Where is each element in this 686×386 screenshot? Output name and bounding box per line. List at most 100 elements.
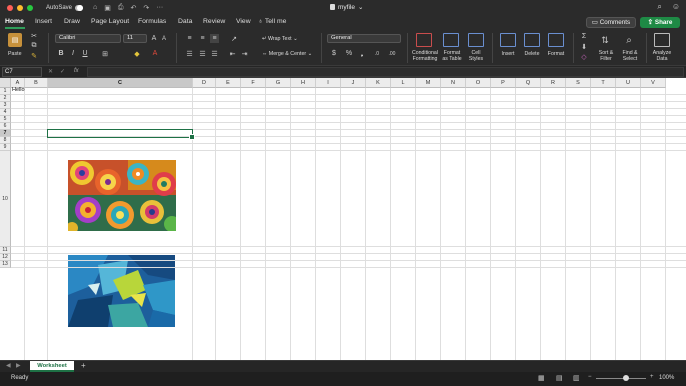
orientation-icon[interactable]: ↗ [228, 34, 240, 43]
zoom-window-button[interactable] [27, 4, 33, 11]
cancel-icon[interactable]: ✕ [48, 68, 53, 75]
copy-icon[interactable]: ⧉ [30, 42, 38, 50]
align-center-icon[interactable]: ☰ [198, 49, 207, 58]
sort-filter-button[interactable]: Sort & Filter [594, 50, 618, 62]
previous-sheet-icon[interactable]: ◀ [6, 362, 11, 369]
insert-function-button[interactable]: fx [74, 68, 79, 74]
tab-draw[interactable]: Draw [64, 18, 80, 25]
autosave-control[interactable]: AutoSave [46, 4, 84, 11]
column-header-p[interactable]: P [491, 78, 516, 88]
currency-icon[interactable]: $ [329, 49, 339, 58]
align-bottom-icon[interactable]: ≡ [210, 34, 219, 43]
close-window-button[interactable] [7, 4, 13, 11]
analyze-data-icon[interactable] [654, 33, 670, 47]
blue-abstract-paint-image[interactable] [68, 255, 175, 327]
column-header-u[interactable]: U [616, 78, 641, 88]
add-sheet-button[interactable]: + [81, 361, 86, 370]
tab-review[interactable]: Review [203, 18, 225, 25]
delete-cells-icon[interactable] [524, 33, 540, 47]
account-icon[interactable]: ☺ [672, 2, 680, 12]
next-sheet-icon[interactable]: ▶ [16, 362, 21, 369]
normal-view-icon[interactable]: ▦ [538, 374, 545, 382]
minimize-window-button[interactable] [17, 4, 23, 11]
tab-insert[interactable]: Insert [35, 18, 52, 25]
save-icon[interactable]: ▣ [104, 4, 111, 12]
row-header-10[interactable]: 10 [0, 151, 11, 247]
more-icon[interactable]: ··· [156, 4, 163, 12]
column-header-j[interactable]: J [341, 78, 366, 88]
row-header-1[interactable]: 1 [0, 88, 11, 95]
column-header-l[interactable]: L [391, 78, 416, 88]
format-cells-icon[interactable] [548, 33, 564, 47]
colorful-mandala-image[interactable] [68, 160, 176, 231]
fill-icon[interactable]: ⬇ [579, 42, 589, 51]
comments-button[interactable]: ▭ Comments [586, 17, 636, 28]
analyze-data-button[interactable]: Analyze Data [648, 50, 676, 62]
row-header-11[interactable]: 11 [0, 247, 11, 254]
row-header-2[interactable]: 2 [0, 95, 11, 102]
home-icon[interactable]: ⌂ [93, 4, 97, 12]
font-color-icon[interactable]: A [150, 49, 160, 58]
zoom-slider-thumb[interactable] [623, 375, 629, 381]
underline-icon[interactable]: U [81, 49, 89, 58]
row-header-3[interactable]: 3 [0, 102, 11, 109]
merge-center-button[interactable]: ⇔ Merge & Center ⌄ [262, 51, 312, 57]
column-header-m[interactable]: M [416, 78, 441, 88]
column-header-o[interactable]: O [466, 78, 491, 88]
delete-cells-label[interactable]: Delete [520, 51, 544, 57]
decrease-indent-icon[interactable]: ⇤ [228, 49, 237, 58]
clear-icon[interactable]: ◇ [579, 52, 589, 61]
sort-filter-icon[interactable]: ⇅ [598, 33, 612, 47]
row-header-8[interactable]: 8 [0, 137, 11, 144]
column-header-c[interactable]: C [48, 78, 193, 88]
zoom-in-icon[interactable]: + [650, 374, 654, 380]
fill-color-icon[interactable]: ◆ [132, 49, 142, 58]
cell-styles-button[interactable]: Cell Styles [464, 50, 488, 62]
percent-icon[interactable]: % [344, 49, 354, 58]
row-header-13[interactable]: 13 [0, 261, 11, 268]
page-break-view-icon[interactable]: ▥ [573, 374, 580, 382]
zoom-slider[interactable] [596, 375, 646, 381]
formula-input[interactable] [87, 67, 684, 77]
insert-cells-icon[interactable] [500, 33, 516, 47]
italic-icon[interactable]: I [69, 49, 77, 58]
select-all-button[interactable] [0, 78, 11, 88]
name-box[interactable]: C7 [2, 67, 42, 77]
document-title[interactable]: myfile ⌄ [330, 3, 363, 11]
row-header-12[interactable]: 12 [0, 254, 11, 261]
row-header-5[interactable]: 5 [0, 116, 11, 123]
zoom-level[interactable]: 100% [659, 375, 674, 381]
tell-me-search[interactable]: ♁ Tell me [258, 18, 286, 25]
increase-indent-icon[interactable]: ⇥ [240, 49, 249, 58]
autosum-icon[interactable]: Σ [579, 32, 589, 41]
column-header-g[interactable]: G [266, 78, 291, 88]
column-header-s[interactable]: S [566, 78, 591, 88]
column-header-d[interactable]: D [193, 78, 216, 88]
column-header-q[interactable]: Q [516, 78, 541, 88]
conditional-formatting-button[interactable]: Conditional Formatting [408, 50, 442, 62]
tab-data[interactable]: Data [178, 18, 192, 25]
column-header-b[interactable]: B [25, 78, 48, 88]
column-header-k[interactable]: K [366, 78, 391, 88]
redo-icon[interactable]: ↷ [143, 4, 149, 12]
find-select-button[interactable]: Find & Select [618, 50, 642, 62]
wrap-text-button[interactable]: ↵ Wrap Text ⌄ [262, 36, 298, 42]
enter-icon[interactable]: ✓ [60, 68, 65, 75]
decrease-decimal-icon[interactable]: .00 [387, 49, 397, 58]
conditional-formatting-icon[interactable] [416, 33, 432, 47]
find-select-icon[interactable]: ⌕ [622, 33, 636, 47]
column-header-n[interactable]: N [441, 78, 466, 88]
increase-font-icon[interactable]: A [150, 34, 158, 43]
cell-styles-icon[interactable] [468, 33, 484, 47]
column-header-r[interactable]: R [541, 78, 566, 88]
undo-icon[interactable]: ↶ [131, 4, 137, 12]
font-size-select[interactable]: 11 [123, 34, 147, 43]
row-header-9[interactable]: 9 [0, 144, 11, 151]
share-button[interactable]: ⇪ Share [640, 17, 680, 28]
tab-page-layout[interactable]: Page Layout [91, 18, 129, 25]
font-name-select[interactable]: Calibri [55, 34, 121, 43]
row-header-7[interactable]: 7 [0, 130, 11, 137]
align-right-icon[interactable]: ☰ [210, 49, 219, 58]
autosave-toggle[interactable] [75, 4, 84, 11]
align-left-icon[interactable]: ☰ [185, 49, 194, 58]
